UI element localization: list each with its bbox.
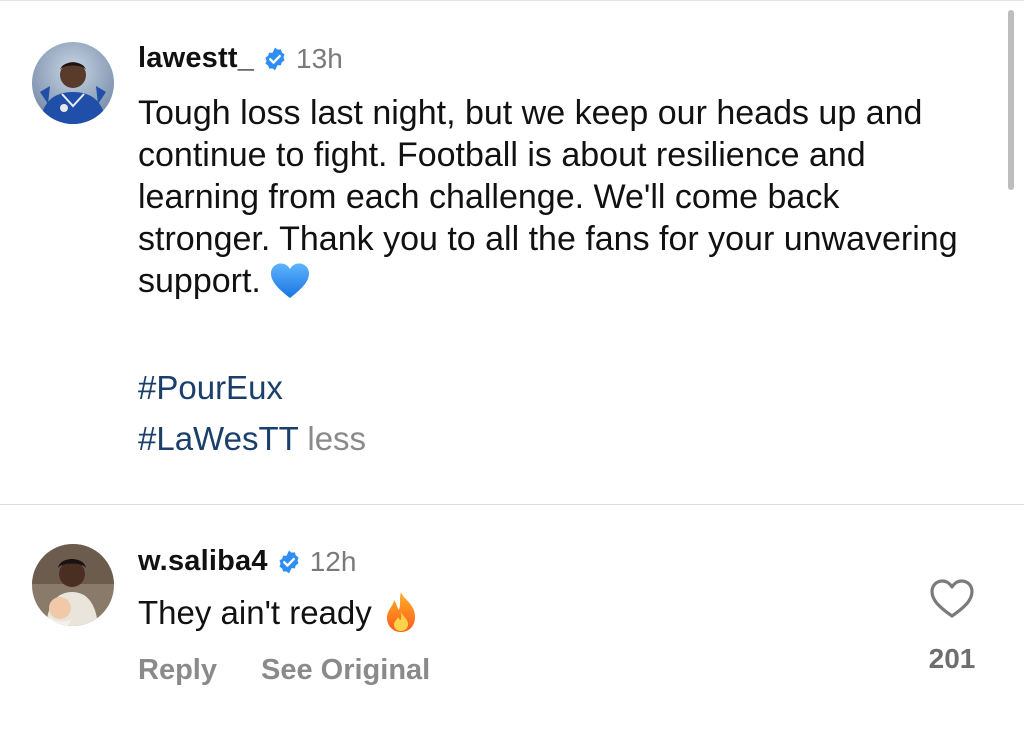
comments-screen: lawestt_ 13h Tough loss last night, but … xyxy=(0,0,1024,730)
reply-button[interactable]: Reply xyxy=(138,654,217,687)
hashtag-list: #PourEux #LaWesTT less xyxy=(138,362,366,464)
fire-icon xyxy=(382,590,420,634)
scrollbar[interactable] xyxy=(1008,10,1014,190)
post-username[interactable]: lawestt_ xyxy=(138,42,254,75)
avatar[interactable] xyxy=(32,42,114,124)
blue-heart-icon xyxy=(269,262,311,300)
comment-username[interactable]: w.saliba4 xyxy=(138,545,268,578)
comment-body: They ain't ready xyxy=(138,590,420,635)
post-header: lawestt_ 13h xyxy=(138,42,343,75)
post-caption-text: Tough loss last night, but we keep our h… xyxy=(138,94,958,300)
see-original-button[interactable]: See Original xyxy=(261,654,430,687)
post-timestamp: 13h xyxy=(296,42,343,74)
top-divider xyxy=(0,0,1024,1)
hashtag-link[interactable]: #PourEux xyxy=(138,369,283,406)
verified-badge-icon xyxy=(262,46,288,72)
verified-badge-icon xyxy=(276,549,302,575)
comment-header: w.saliba4 12h xyxy=(138,545,356,578)
section-divider xyxy=(0,504,1024,505)
like-count: 201 xyxy=(928,643,976,674)
comment-text: They ain't ready xyxy=(138,594,372,631)
comment-actions: Reply See Original xyxy=(138,654,430,687)
hashtag-link[interactable]: #LaWesTT xyxy=(138,420,298,457)
commenter-avatar[interactable] xyxy=(32,544,114,626)
profile-photo-icon xyxy=(32,544,114,626)
less-button[interactable]: less xyxy=(307,420,366,457)
comment-timestamp: 12h xyxy=(309,545,357,577)
like-heart-icon[interactable] xyxy=(929,578,975,620)
post-caption: Tough loss last night, but we keep our h… xyxy=(138,92,978,302)
profile-photo-icon xyxy=(32,42,114,124)
